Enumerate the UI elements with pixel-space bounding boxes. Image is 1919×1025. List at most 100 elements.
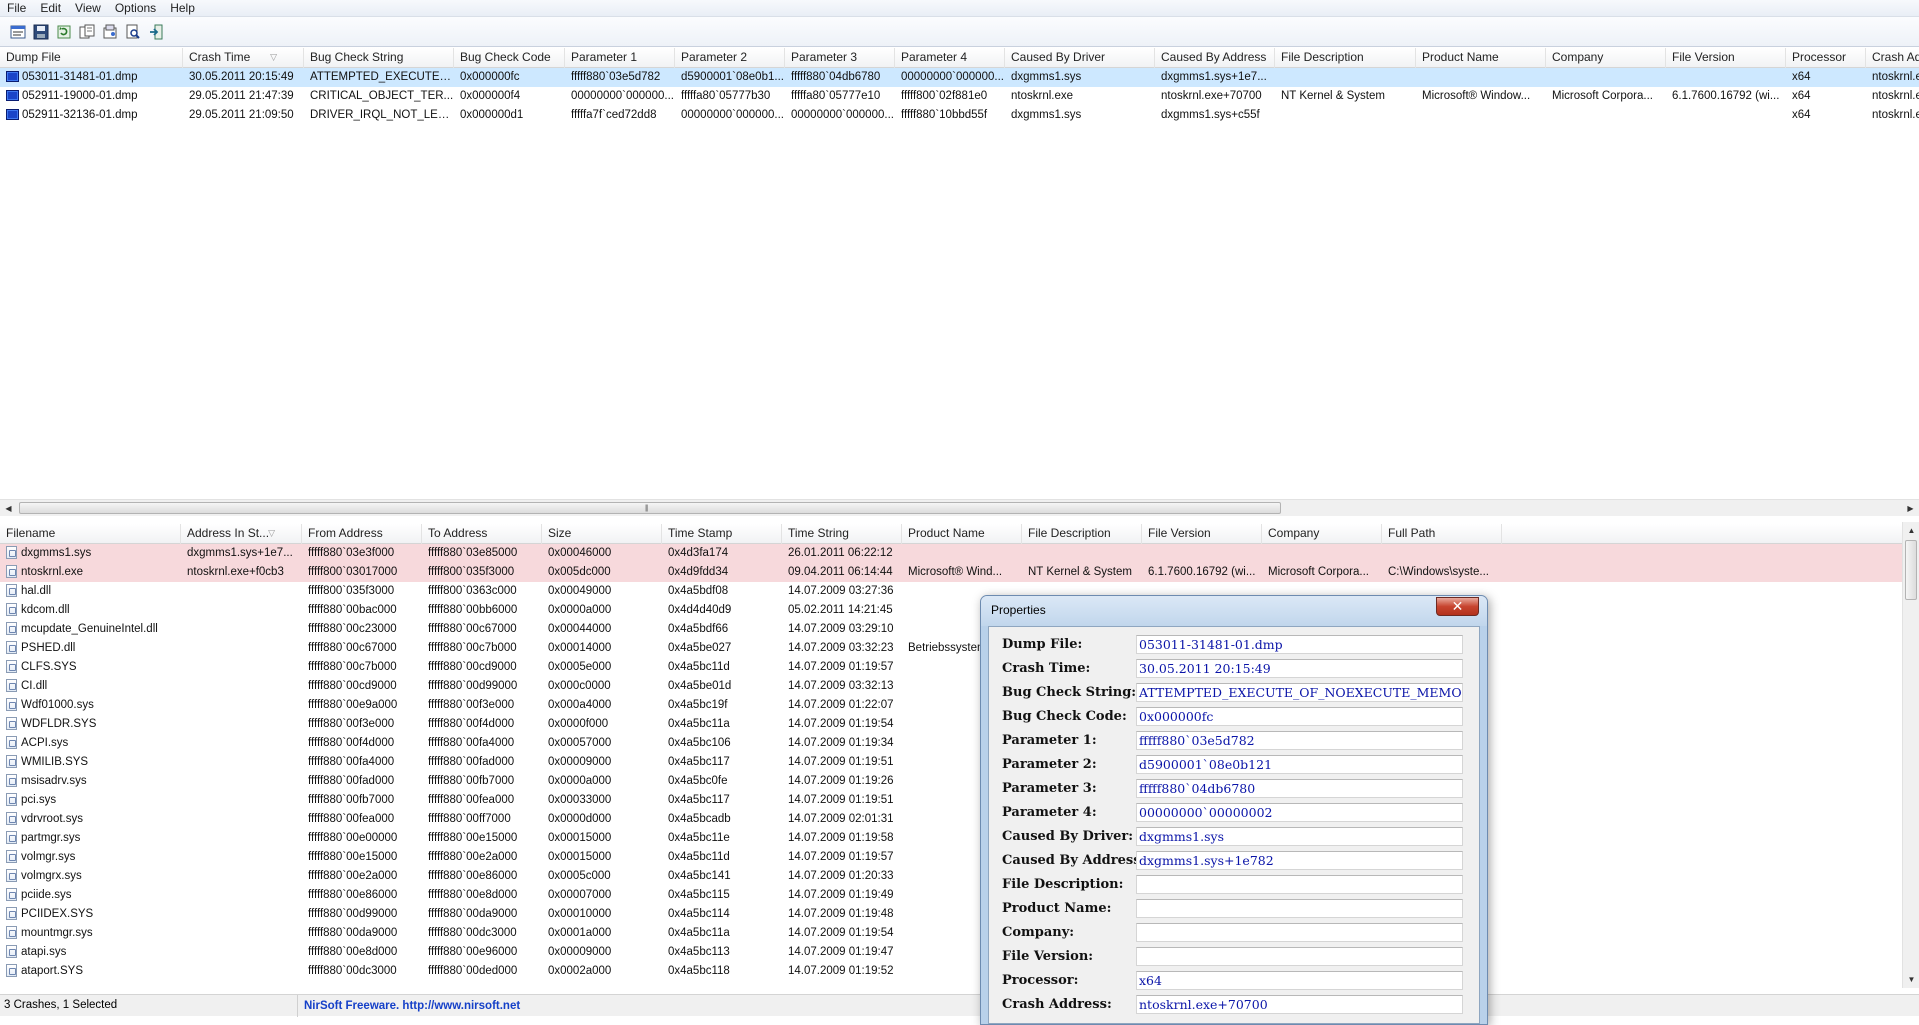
module-row[interactable]: Wdf01000.sys fffff880`00e9a000 fffff880`00…: [0, 696, 1902, 715]
property-value[interactable]: x64: [1136, 971, 1463, 990]
crash-row[interactable]: 053011-31481-01.dmp 30.05.2011 20:15:49 AT…: [0, 68, 1919, 87]
cell-company: [1546, 106, 1666, 125]
cell-text: PSHED.dll: [21, 642, 76, 654]
column-header-crash-time[interactable]: Crash Time ▽: [183, 48, 304, 68]
property-value[interactable]: 0x000000fc: [1136, 707, 1463, 726]
menu-help[interactable]: Help: [163, 0, 202, 16]
module-row[interactable]: WMILIB.SYS fffff880`00fa4000 fffff880`00fa…: [0, 753, 1902, 772]
column-header-company[interactable]: Company: [1546, 48, 1666, 68]
module-row[interactable]: hal.dll fffff800`035f3000 fffff800`0363c00…: [0, 582, 1902, 601]
property-value[interactable]: [1136, 875, 1463, 894]
nirsoft-link[interactable]: NirSoft Freeware. http://www.nirsoft.net: [298, 1000, 520, 1012]
module-row[interactable]: mountmgr.sys fffff880`00da9000 fffff880`00…: [0, 924, 1902, 943]
property-value[interactable]: [1136, 947, 1463, 966]
property-value[interactable]: [1136, 899, 1463, 918]
column-header-time-string[interactable]: Time String: [782, 524, 902, 544]
property-value[interactable]: dxgmms1.sys+1e782: [1136, 851, 1463, 870]
column-header-file-description[interactable]: File Description: [1275, 48, 1416, 68]
column-header-address-in-st[interactable]: Address In St... ▽: [181, 524, 302, 544]
module-row[interactable]: PSHED.dll fffff880`00c67000 fffff880`00c7b…: [0, 639, 1902, 658]
column-header-crash-add[interactable]: Crash Add: [1866, 48, 1919, 68]
module-row[interactable]: PCIIDEX.SYS fffff880`00d99000 fffff880`00d…: [0, 905, 1902, 924]
scroll-up-arrow-icon[interactable]: ▲: [1903, 522, 1919, 539]
column-header-full-path[interactable]: Full Path: [1382, 524, 1502, 544]
property-value[interactable]: fffff880`03e5d782: [1136, 731, 1463, 750]
close-button[interactable]: ✕: [1436, 597, 1479, 616]
copy-button[interactable]: [76, 21, 98, 43]
module-row[interactable]: CI.dll fffff880`00cd9000 fffff880`00d99000…: [0, 677, 1902, 696]
module-row[interactable]: ataport.SYS fffff880`00dc3000 fffff880`00d…: [0, 962, 1902, 981]
property-value[interactable]: [1136, 923, 1463, 942]
html-report-button[interactable]: [99, 21, 121, 43]
column-header-dump-file[interactable]: Dump File: [0, 48, 183, 68]
column-header-product-name[interactable]: Product Name: [902, 524, 1022, 544]
column-header-file-version[interactable]: File Version: [1666, 48, 1786, 68]
column-header-caused-by-address[interactable]: Caused By Address: [1155, 48, 1275, 68]
property-value[interactable]: fffff880`04db6780: [1136, 779, 1463, 798]
property-value[interactable]: 30.05.2011 20:15:49: [1136, 659, 1463, 678]
horizontal-scroll-thumb[interactable]: |||: [19, 502, 1281, 514]
module-row[interactable]: volmgr.sys fffff880`00e15000 fffff880`00e2…: [0, 848, 1902, 867]
module-row[interactable]: volmgrx.sys fffff880`00e2a000 fffff880`00e…: [0, 867, 1902, 886]
module-row[interactable]: kdcom.dll fffff880`00bac000 fffff880`00bb6…: [0, 601, 1902, 620]
module-row[interactable]: msisadrv.sys fffff880`00fad000 fffff880`00…: [0, 772, 1902, 791]
menu-view[interactable]: View: [68, 0, 108, 16]
cell-to-address: fffff880`00fea000: [428, 794, 515, 806]
module-file-icon: [6, 698, 17, 711]
refresh-button[interactable]: [53, 21, 75, 43]
module-row[interactable]: partmgr.sys fffff880`00e00000 fffff880`00e…: [0, 829, 1902, 848]
column-header-file-version[interactable]: File Version: [1142, 524, 1262, 544]
dialog-title-bar[interactable]: Properties ✕: [981, 596, 1487, 626]
column-header-processor[interactable]: Processor: [1786, 48, 1866, 68]
crash-list[interactable]: Dump File Crash Time ▽ Bug Check String Bug …: [0, 48, 1919, 499]
property-value[interactable]: d5900001`08e0b121: [1136, 755, 1463, 774]
property-value[interactable]: 00000000`00000002: [1136, 803, 1463, 822]
column-header-time-stamp[interactable]: Time Stamp: [662, 524, 782, 544]
properties-button[interactable]: [7, 21, 29, 43]
property-value[interactable]: ntoskrnl.exe+70700: [1136, 995, 1463, 1014]
column-header-parameter-1[interactable]: Parameter 1: [565, 48, 675, 68]
menu-file[interactable]: File: [0, 0, 33, 16]
horizontal-scrollbar[interactable]: ◀ ||| ▶: [0, 499, 1919, 516]
column-header-from-address[interactable]: From Address: [302, 524, 422, 544]
property-value[interactable]: 053011-31481-01.dmp: [1136, 635, 1463, 654]
column-header-file-description[interactable]: File Description: [1022, 524, 1142, 544]
column-header-bug-check-string[interactable]: Bug Check String: [304, 48, 454, 68]
vertical-scroll-thumb[interactable]: [1905, 540, 1917, 600]
column-header-size[interactable]: Size: [542, 524, 662, 544]
module-row[interactable]: dxgmms1.sys dxgmms1.sys+1e7... fffff880`03…: [0, 544, 1902, 563]
menu-options[interactable]: Options: [108, 0, 163, 16]
module-row[interactable]: CLFS.SYS fffff880`00c7b000 fffff880`00cd90…: [0, 658, 1902, 677]
column-header-bug-check-code[interactable]: Bug Check Code: [454, 48, 565, 68]
property-value[interactable]: ATTEMPTED_EXECUTE_OF_NOEXECUTE_MEMO: [1136, 683, 1463, 702]
module-row[interactable]: mcupdate_GenuineIntel.dll fffff880`00c230…: [0, 620, 1902, 639]
column-header-parameter-2[interactable]: Parameter 2: [675, 48, 785, 68]
module-row[interactable]: ACPI.sys fffff880`00f4d000 fffff880`00fa40…: [0, 734, 1902, 753]
column-header-company[interactable]: Company: [1262, 524, 1382, 544]
crash-row[interactable]: 052911-19000-01.dmp 29.05.2011 21:47:39 CR…: [0, 87, 1919, 106]
save-button[interactable]: [30, 21, 52, 43]
module-list[interactable]: Filename Address In St... ▽ From Address To …: [0, 524, 1902, 994]
column-header-filename[interactable]: Filename: [0, 524, 181, 544]
scroll-left-arrow-icon[interactable]: ◀: [0, 500, 17, 517]
column-header-parameter-3[interactable]: Parameter 3: [785, 48, 895, 68]
module-row[interactable]: ntoskrnl.exe ntoskrnl.exe+f0cb3 fffff800`0…: [0, 563, 1902, 582]
crash-row[interactable]: 052911-32136-01.dmp 29.05.2011 21:09:50 DR…: [0, 106, 1919, 125]
menu-edit[interactable]: Edit: [33, 0, 68, 16]
column-header-parameter-4[interactable]: Parameter 4: [895, 48, 1005, 68]
module-row[interactable]: vdrvroot.sys fffff880`00fea000 fffff880`00…: [0, 810, 1902, 829]
column-header-caused-by-driver[interactable]: Caused By Driver: [1005, 48, 1155, 68]
module-row[interactable]: atapi.sys fffff880`00e8d000 fffff880`00e96…: [0, 943, 1902, 962]
cell-caused-by-driver: ntoskrnl.exe: [1011, 90, 1074, 102]
find-button[interactable]: [122, 21, 144, 43]
module-row[interactable]: pci.sys fffff880`00fb7000 fffff880`00fea00…: [0, 791, 1902, 810]
scroll-down-arrow-icon[interactable]: ▼: [1903, 971, 1919, 988]
column-header-product-name[interactable]: Product Name: [1416, 48, 1546, 68]
column-header-to-address[interactable]: To Address: [422, 524, 542, 544]
exit-button[interactable]: [145, 21, 167, 43]
vertical-scrollbar[interactable]: ▲ ▼: [1902, 522, 1919, 988]
property-value[interactable]: dxgmms1.sys: [1136, 827, 1463, 846]
module-row[interactable]: WDFLDR.SYS fffff880`00f3e000 fffff880`00f4…: [0, 715, 1902, 734]
module-row[interactable]: pciide.sys fffff880`00e86000 fffff880`00e8…: [0, 886, 1902, 905]
scroll-right-arrow-icon[interactable]: ▶: [1902, 500, 1919, 517]
